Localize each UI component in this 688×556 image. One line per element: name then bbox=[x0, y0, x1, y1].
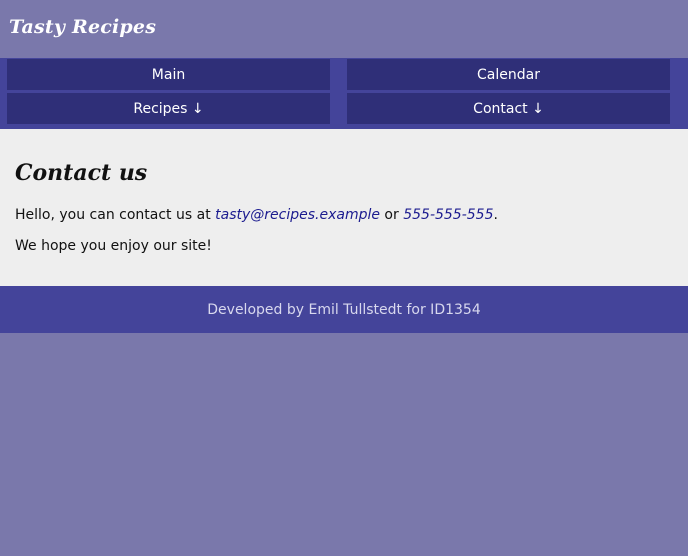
contact-connector-text: or bbox=[379, 207, 404, 223]
main-content: Contact us Hello, you can contact us at … bbox=[0, 129, 688, 286]
footer-credit: Developed by Emil Tullstedt for ID1354 bbox=[207, 301, 481, 318]
email-link[interactable]: tasty@recipes.example bbox=[215, 207, 380, 223]
nav-contact-dropdown[interactable]: Contact ↓ bbox=[347, 93, 670, 124]
nav-main-button[interactable]: Main bbox=[7, 59, 330, 90]
contact-paragraph: Hello, you can contact us at tasty@recip… bbox=[15, 207, 498, 223]
contact-suffix-text: . bbox=[493, 207, 498, 223]
page-title: Contact us bbox=[15, 160, 148, 186]
contact-intro-text: Hello, you can contact us at bbox=[15, 207, 216, 223]
nav-recipes-dropdown[interactable]: Recipes ↓ bbox=[7, 93, 330, 124]
main-navigation: Main Calendar Recipes ↓ Contact ↓ bbox=[0, 58, 688, 129]
site-footer: Developed by Emil Tullstedt for ID1354 bbox=[0, 286, 688, 333]
nav-calendar-button[interactable]: Calendar bbox=[347, 59, 670, 90]
closing-paragraph: We hope you enjoy our site! bbox=[15, 238, 212, 254]
phone-link[interactable]: 555-555-555 bbox=[403, 207, 493, 223]
site-header: Tasty Recipes bbox=[0, 0, 688, 58]
site-logo[interactable]: Tasty Recipes bbox=[9, 16, 156, 38]
